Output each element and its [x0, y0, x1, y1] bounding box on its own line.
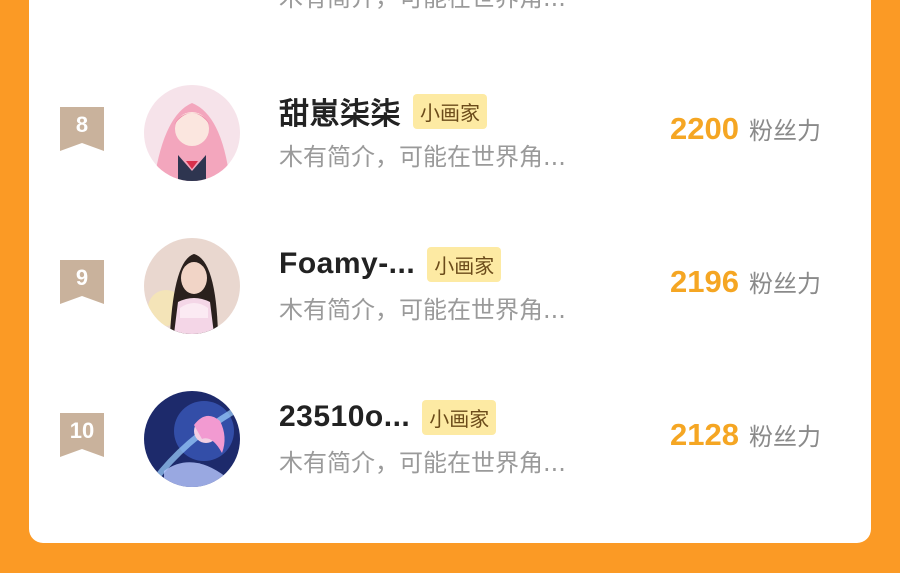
user-tag: 小画家	[422, 399, 497, 435]
user-name[interactable]: 23510o...	[279, 400, 410, 434]
name-line: 甜崽柒柒 小画家	[279, 93, 487, 131]
user-tag: 小画家	[413, 93, 487, 129]
list-item[interactable]: 8 甜崽柒柒 小画家 木有简介，可能在世界角... 2200 粉丝力	[29, 85, 871, 205]
fan-score: 2196 粉丝力	[670, 264, 821, 300]
list-item[interactable]: 9 Foamy-... 小画家 木有简介，可能在世界角... 2196 粉丝力	[29, 238, 871, 358]
name-line: 23510o... 小画家	[279, 399, 497, 435]
list-item[interactable]: 木有简介，可能在世界角...	[29, 0, 871, 12]
score-value: 2196	[670, 264, 739, 299]
rank-number: 9	[75, 265, 89, 290]
name-line: Foamy-... 小画家	[279, 246, 502, 282]
leaderboard-card: 木有简介，可能在世界角... 8 甜崽柒柒 小画家 木有简介，可能在世界角...…	[29, 0, 871, 543]
list-item[interactable]: 10 23510o... 小画家 木有简介，可能在世界角... 2128 粉丝力	[29, 391, 871, 511]
score-value: 2128	[670, 417, 739, 452]
user-bio: 木有简介，可能在世界角...	[279, 296, 566, 324]
user-name[interactable]: 甜崽柒柒	[279, 89, 401, 133]
rank-badge: 9	[60, 260, 104, 304]
rank-number: 8	[75, 112, 89, 137]
avatar[interactable]	[144, 85, 240, 181]
score-unit: 粉丝力	[749, 117, 821, 145]
user-bio: 木有简介，可能在世界角...	[279, 143, 566, 171]
avatar[interactable]	[144, 238, 240, 334]
rank-badge: 10	[60, 413, 104, 457]
user-name[interactable]: Foamy-...	[279, 247, 415, 281]
score-unit: 粉丝力	[749, 270, 821, 298]
score-unit: 粉丝力	[749, 423, 821, 451]
fan-score: 2200 粉丝力	[670, 111, 821, 147]
fan-score: 2128 粉丝力	[670, 417, 821, 453]
avatar[interactable]	[144, 391, 240, 487]
rank-badge: 8	[60, 107, 104, 151]
user-tag: 小画家	[427, 246, 502, 282]
user-bio: 木有简介，可能在世界角...	[279, 449, 566, 477]
rank-number: 10	[69, 418, 95, 443]
user-bio: 木有简介，可能在世界角...	[279, 0, 566, 13]
score-value: 2200	[670, 111, 739, 146]
